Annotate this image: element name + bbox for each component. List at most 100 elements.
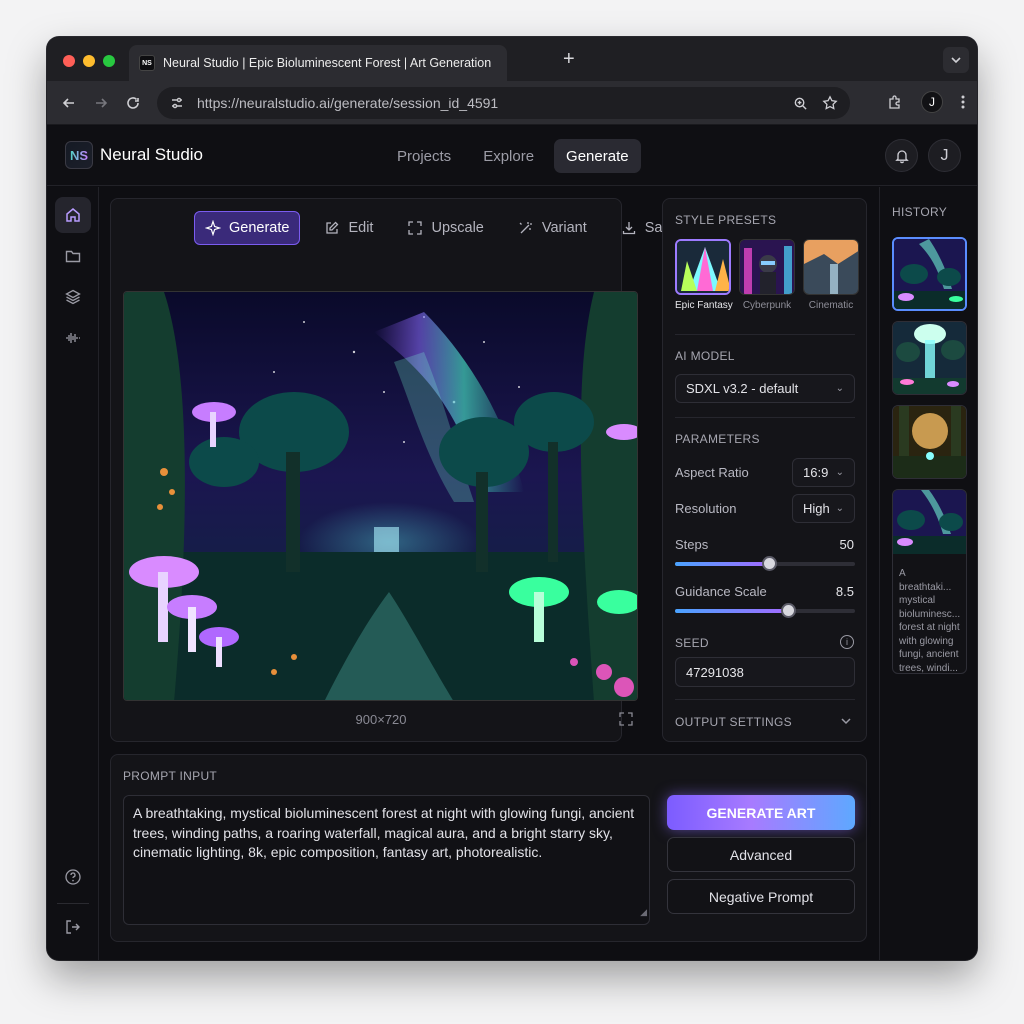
chevron-down-icon: ⌄ — [835, 467, 844, 478]
history-label: HISTORY — [892, 205, 948, 219]
prompt-input-label: PROMPT INPUT — [123, 769, 218, 783]
reload-icon[interactable] — [121, 91, 145, 115]
extensions-icon[interactable] — [887, 94, 903, 110]
image-dimensions: 900×720 — [355, 712, 407, 727]
preset-label: Cyberpunk — [742, 300, 792, 311]
preset-thumbnail — [803, 239, 859, 295]
zoom-icon[interactable] — [793, 96, 808, 111]
nav-explore[interactable]: Explore — [471, 139, 546, 173]
preset-epic-fantasy[interactable]: Epic Fantasy — [675, 239, 733, 311]
chevron-down-icon: ⌄ — [835, 383, 844, 394]
prompt-textarea[interactable]: A breathtaking, mystical bioluminescent … — [123, 795, 650, 925]
seed-label: SEED — [675, 636, 709, 650]
url-text[interactable]: https://neuralstudio.ai/generate/session… — [197, 95, 498, 111]
steps-slider-fill — [675, 562, 769, 566]
upscale-button[interactable]: Upscale — [397, 211, 493, 245]
magic-wand-icon — [519, 222, 532, 234]
ai-model-value: SDXL v3.2 - default — [686, 381, 799, 396]
history-card-image — [893, 490, 966, 554]
new-tab-icon[interactable]: + — [563, 49, 575, 69]
history-item[interactable] — [892, 405, 967, 479]
preset-cinematic[interactable]: Cinematic — [803, 239, 859, 311]
preset-thumbnail — [675, 239, 731, 295]
resize-handle-icon[interactable]: ◢ — [640, 903, 647, 923]
user-avatar[interactable]: J — [928, 139, 961, 172]
upscale-label: Upscale — [431, 220, 484, 236]
left-rail — [47, 187, 99, 960]
home-icon[interactable] — [55, 197, 91, 233]
output-settings-label[interactable]: OUTPUT SETTINGS — [675, 715, 792, 729]
steps-value: 50 — [839, 537, 854, 552]
preset-thumbnail — [739, 239, 795, 295]
back-icon[interactable] — [57, 91, 81, 115]
address-bar[interactable]: https://neuralstudio.ai/generate/session… — [157, 87, 850, 119]
generate-art-button[interactable]: GENERATE ART — [667, 795, 855, 830]
notifications-bell-icon[interactable] — [885, 139, 918, 172]
nav-generate[interactable]: Generate — [554, 139, 641, 173]
negative-prompt-button[interactable]: Negative Prompt — [667, 879, 855, 914]
ai-model-label: AI MODEL — [675, 349, 735, 363]
logout-icon[interactable] — [55, 909, 91, 945]
brand-name: Neural Studio — [100, 145, 204, 164]
tab-strip: NS Neural Studio | Epic Bioluminescent F… — [47, 37, 977, 81]
forward-icon[interactable] — [89, 91, 113, 115]
chevron-down-icon: ⌄ — [835, 503, 844, 514]
steps-slider-handle[interactable] — [761, 556, 777, 571]
window-controls — [63, 55, 115, 67]
profile-avatar[interactable]: J — [921, 91, 943, 113]
guidance-slider-fill — [675, 609, 789, 613]
settings-panel: STYLE PRESETS Epic Fantasy Cyberpunk Cin… — [662, 198, 867, 742]
history-item[interactable] — [892, 237, 967, 311]
aspect-ratio-select[interactable]: 16:9 ⌄ — [792, 458, 855, 487]
generated-image[interactable] — [123, 291, 638, 701]
guidance-scale-slider[interactable] — [675, 603, 855, 618]
info-icon[interactable]: i — [840, 635, 854, 649]
tab-favicon: NS — [139, 55, 155, 71]
layers-icon[interactable] — [55, 279, 91, 315]
app-logo[interactable]: NS — [65, 141, 93, 169]
close-window-button[interactable] — [63, 55, 75, 67]
steps-slider[interactable] — [675, 556, 855, 571]
download-icon — [622, 222, 635, 235]
chevron-down-icon[interactable] — [840, 714, 852, 732]
resolution-select[interactable]: High ⌄ — [792, 494, 855, 523]
tab-title: Neural Studio | Epic Bioluminescent Fore… — [163, 56, 492, 70]
history-item[interactable] — [892, 321, 967, 395]
rail-divider — [57, 903, 89, 904]
generate-tab-button[interactable]: Generate — [194, 211, 301, 245]
fullscreen-icon[interactable] — [619, 712, 633, 731]
history-item-prompt: A breathtaki... mystical bioluminesc... … — [899, 568, 961, 674]
bookmark-star-icon[interactable] — [822, 95, 838, 111]
help-icon[interactable] — [55, 859, 91, 895]
advanced-button[interactable]: Advanced — [667, 837, 855, 872]
app-header: NS Neural Studio Projects Explore Genera… — [47, 126, 977, 186]
browser-tab[interactable]: NS Neural Studio | Epic Bioluminescent F… — [129, 45, 507, 81]
folder-icon[interactable] — [55, 238, 91, 274]
history-item-detail[interactable]: A breathtaki... mystical bioluminesc... … — [892, 489, 967, 674]
maximize-window-button[interactable] — [103, 55, 115, 67]
minimize-window-button[interactable] — [83, 55, 95, 67]
ai-model-select[interactable]: SDXL v3.2 - default ⌄ — [675, 374, 855, 403]
tab-search-chevron-icon[interactable] — [943, 47, 969, 73]
nav-projects[interactable]: Projects — [385, 139, 463, 173]
preset-label: Epic Fantasy — [675, 300, 733, 311]
browser-menu-icon[interactable] — [961, 95, 965, 109]
style-presets: Epic Fantasy Cyberpunk Cinematic — [675, 239, 859, 311]
waveform-icon[interactable] — [55, 320, 91, 356]
guidance-scale-label: Guidance Scale — [675, 584, 767, 599]
edit-label: Edit — [348, 220, 374, 236]
canvas-toolbar: Generate Edit Upscale Variant Save — [194, 211, 688, 245]
browser-toolbar: https://neuralstudio.ai/generate/session… — [47, 81, 977, 125]
guidance-slider-handle[interactable] — [781, 603, 797, 618]
sparkle-icon — [205, 220, 221, 236]
variant-button[interactable]: Variant — [508, 211, 597, 245]
seed-input[interactable]: 47291038 — [675, 657, 855, 687]
edit-button[interactable]: Edit — [314, 211, 383, 245]
resolution-value: High — [803, 501, 830, 516]
steps-label: Steps — [675, 537, 709, 552]
browser-window: NS Neural Studio | Epic Bioluminescent F… — [47, 37, 977, 960]
history-panel: HISTORY A breathtaki... mystical biolumi… — [879, 187, 977, 960]
upscale-icon — [408, 221, 423, 235]
site-settings-icon[interactable] — [169, 95, 185, 111]
preset-cyberpunk[interactable]: Cyberpunk — [739, 239, 795, 311]
